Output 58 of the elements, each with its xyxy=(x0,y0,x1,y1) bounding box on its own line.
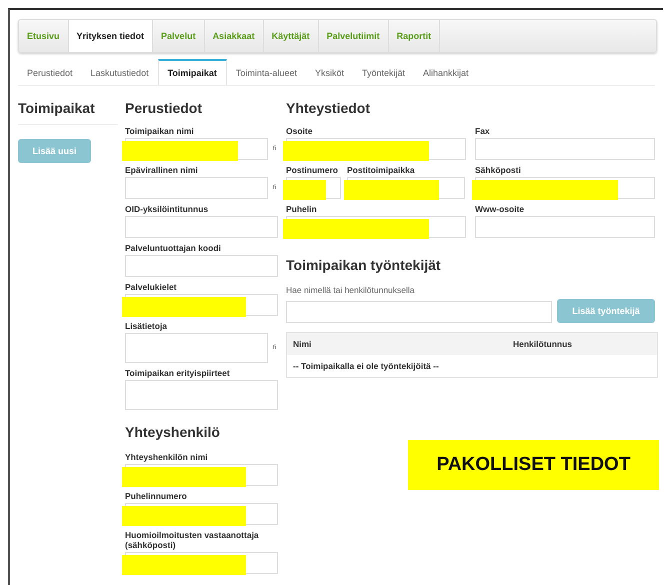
nav-tab[interactable]: Yrityksen tiedot xyxy=(68,20,154,52)
sub-tab[interactable]: Laskutustiedot xyxy=(82,59,158,85)
nav-tab[interactable]: Raportit xyxy=(388,20,440,52)
input-field[interactable] xyxy=(347,177,465,199)
nav-tab[interactable]: Palvelut xyxy=(153,20,205,52)
nav-tab[interactable]: Käyttäjät xyxy=(264,20,319,52)
section-title: Yhteystiedot xyxy=(286,100,372,116)
section-title: Yhteyshenkilö xyxy=(125,424,221,440)
field-label: Epävirallinen nimi xyxy=(125,165,199,175)
field-label: Yhteyshenkilön nimi xyxy=(125,452,209,462)
empty-message: -- Toimipaikalla ei ole työntekijöitä -- xyxy=(292,360,440,373)
field-label: Puhelin xyxy=(286,204,318,214)
input-field[interactable] xyxy=(475,138,655,160)
sub-tab[interactable]: Työntekijät xyxy=(352,59,414,85)
nav-tab[interactable]: Palvelutiimit xyxy=(318,20,389,52)
field-label: Toimipaikan erityispiirteet xyxy=(125,368,231,378)
column-header: Nimi xyxy=(292,339,312,349)
section-title: Toimipaikan työntekijät xyxy=(286,257,442,273)
field-label: Sähköposti xyxy=(475,165,522,175)
input-field[interactable] xyxy=(475,177,655,199)
search-field[interactable] xyxy=(286,301,552,323)
sub-tab[interactable]: Yksiköt xyxy=(306,59,353,85)
section-title: Toimipaikat xyxy=(18,100,96,116)
nav-tab[interactable]: Asiakkaat xyxy=(204,20,264,52)
field-label: Puhelinnumero xyxy=(125,491,188,501)
sub-tab[interactable]: Toimipaikat xyxy=(158,59,227,85)
field-label: Lisätietoja xyxy=(125,321,168,331)
input-field[interactable] xyxy=(125,216,278,238)
input-field[interactable] xyxy=(125,177,268,199)
field-label: Palvelukielet xyxy=(125,282,178,292)
field-label: Osoite xyxy=(286,126,314,136)
text-area[interactable] xyxy=(125,333,268,363)
sub-tab[interactable]: Perustiedot xyxy=(18,59,82,85)
field-label: Postitoimipaikka xyxy=(347,165,416,175)
column-header: Henkilötunnus xyxy=(512,339,572,349)
input-field[interactable] xyxy=(286,216,466,238)
input-field[interactable] xyxy=(125,503,278,525)
input-field[interactable] xyxy=(475,216,655,238)
sub-tab[interactable]: Toiminta-alueet xyxy=(226,59,306,85)
field-label: OID-yksilöintitunnus xyxy=(125,204,210,214)
input-field[interactable] xyxy=(286,177,341,199)
field-label: Huomioilmoitusten vastaanottaja (sähköposti) xyxy=(125,530,260,550)
input-field[interactable] xyxy=(125,464,278,486)
sub-tab[interactable]: Alihankkijat xyxy=(414,59,478,85)
field-label: Fax xyxy=(475,126,491,136)
input-field[interactable] xyxy=(125,138,268,160)
field-label: Www-osoite xyxy=(475,204,526,214)
input-field[interactable] xyxy=(125,552,278,574)
field-label: Toimipaikan nimi xyxy=(125,126,195,136)
field-label: Palveluntuottajan koodi xyxy=(125,243,222,253)
section-title: Perustiedot xyxy=(125,100,204,116)
field-label: Hae nimellä tai henkilötunnuksella xyxy=(286,285,416,295)
input-field[interactable] xyxy=(286,138,466,160)
input-field[interactable] xyxy=(125,255,278,277)
required-legend: PAKOLLISET TIEDOT xyxy=(408,440,659,490)
input-field[interactable] xyxy=(125,294,278,316)
field-label: Postinumero xyxy=(286,165,339,175)
text-area[interactable] xyxy=(125,380,278,410)
